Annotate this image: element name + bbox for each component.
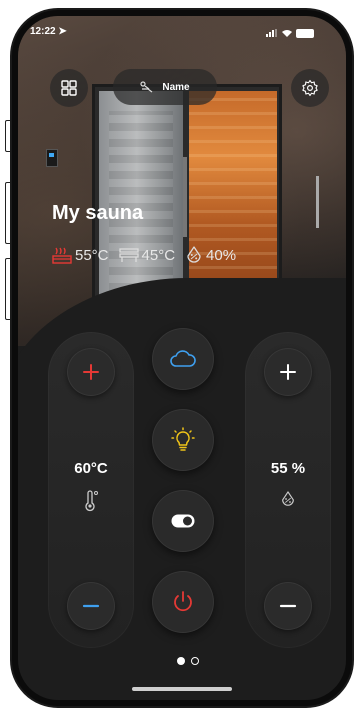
light-bulb-icon — [171, 427, 195, 451]
gear-icon — [302, 79, 318, 97]
sauna-readouts: 55°C 45°C 40% — [52, 246, 236, 264]
steam-button[interactable] — [152, 328, 214, 390]
heater-temperature-readout: 55°C — [52, 246, 109, 264]
bench-temperature-readout: 45°C — [118, 246, 176, 264]
status-time: 12:22 ➤ — [30, 26, 67, 37]
temperature-decrease-button[interactable] — [67, 582, 115, 630]
temperature-increase-button[interactable] — [67, 348, 115, 396]
dashboard-button[interactable] — [50, 69, 88, 107]
page-indicator — [177, 657, 199, 665]
humidity-decrease-button[interactable] — [264, 582, 312, 630]
battery-icon — [296, 29, 314, 38]
page-dot-active[interactable] — [177, 657, 185, 665]
heater-temperature-value: 55°C — [75, 246, 109, 264]
plus-icon — [83, 364, 99, 380]
settings-button[interactable] — [291, 69, 329, 107]
bench-icon — [118, 248, 139, 262]
humidity-icon — [282, 491, 294, 506]
sauna-bather-icon — [140, 81, 153, 93]
home-indicator[interactable] — [132, 687, 232, 691]
toggle-icon — [171, 514, 195, 528]
humidity-readout: 40% — [185, 246, 236, 264]
bench-temperature-value: 45°C — [141, 246, 176, 264]
thermometer-icon — [85, 490, 98, 512]
toggle-button[interactable] — [152, 490, 214, 552]
heater-icon — [52, 247, 72, 264]
power-button[interactable] — [152, 571, 214, 633]
temperature-value: 60°C — [74, 460, 108, 477]
plus-icon — [280, 364, 296, 380]
sauna-title: My sauna — [52, 202, 144, 224]
humidity-value: 40% — [206, 246, 237, 264]
humidity-control: 55 % — [245, 332, 331, 648]
wall-control-panel — [46, 149, 58, 167]
minus-icon — [279, 604, 297, 608]
page-dot[interactable] — [191, 657, 199, 665]
humidity-target-value: 55 % — [270, 460, 306, 477]
wifi-icon — [282, 30, 292, 37]
minus-icon — [82, 604, 100, 608]
sauna-name-selector[interactable]: Name — [113, 69, 217, 105]
light-button[interactable] — [152, 409, 214, 471]
signal-icon — [266, 34, 268, 37]
shower-image — [316, 176, 319, 228]
cloud-icon — [170, 350, 196, 367]
humidity-increase-button[interactable] — [264, 348, 312, 396]
grid-icon — [61, 80, 77, 96]
humidity-icon — [187, 246, 201, 263]
temperature-control: 60°C — [48, 332, 134, 648]
sauna-name-label: Name — [162, 81, 190, 93]
power-icon — [174, 591, 192, 612]
status-icons — [266, 29, 321, 38]
